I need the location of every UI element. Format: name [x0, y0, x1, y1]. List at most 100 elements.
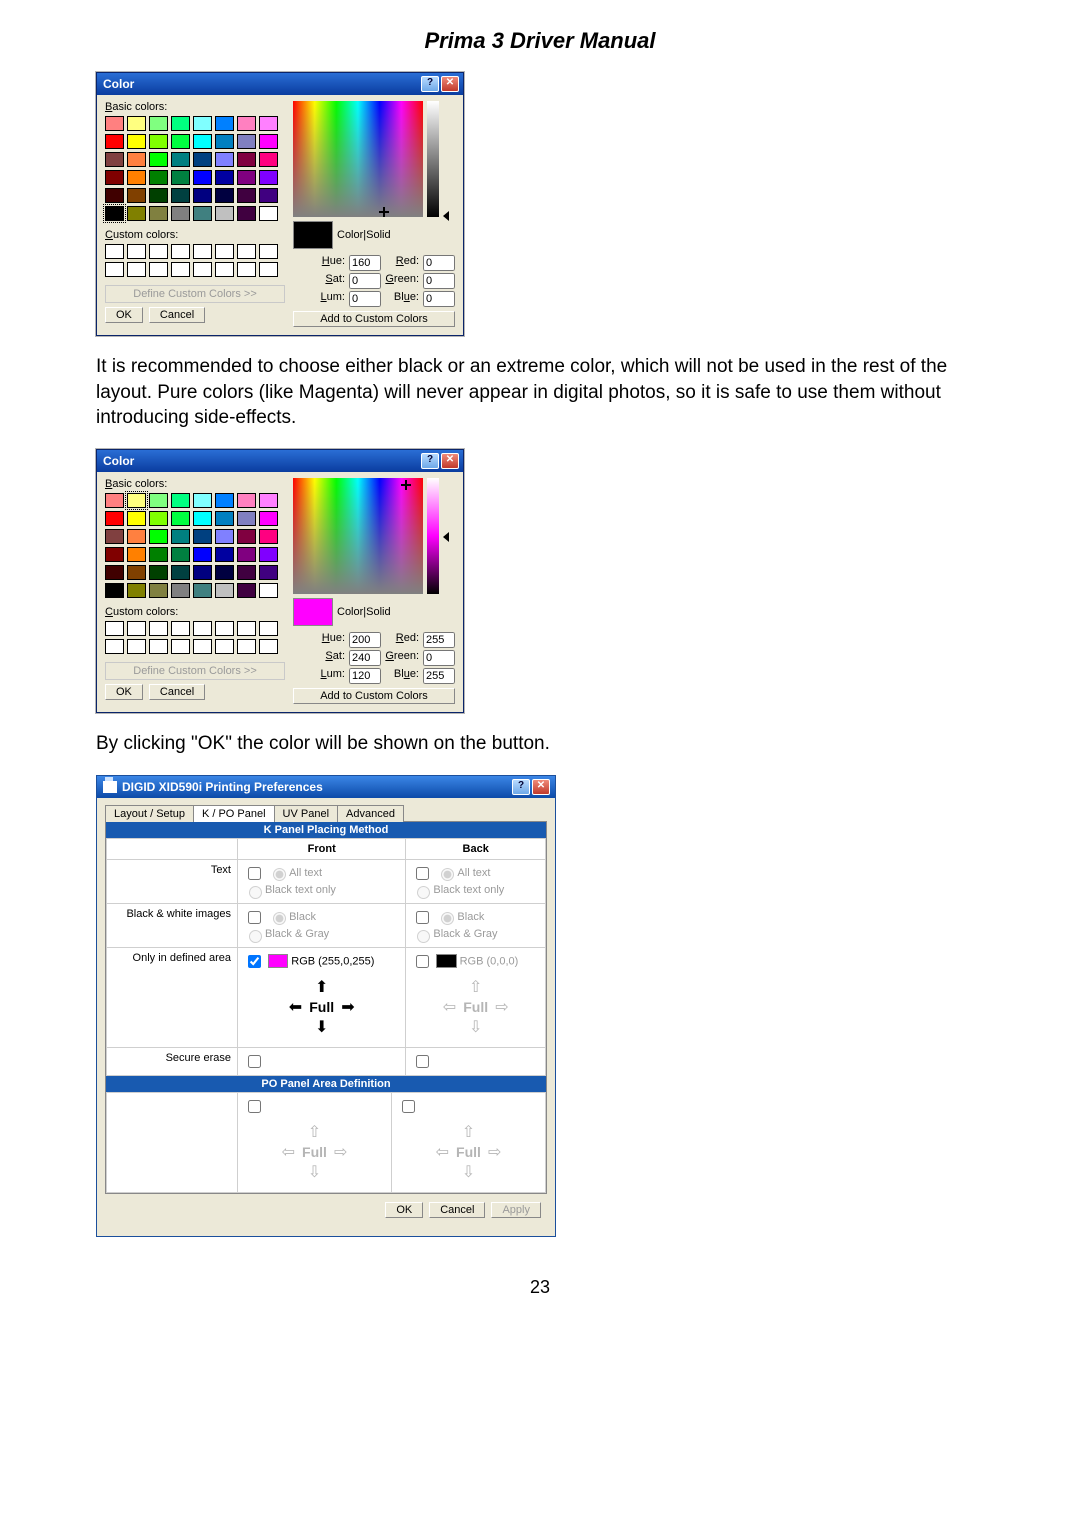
color-swatch[interactable] — [237, 493, 256, 508]
color-swatch[interactable] — [237, 583, 256, 598]
color-swatch[interactable] — [149, 152, 168, 167]
color-swatch[interactable] — [193, 583, 212, 598]
color-swatch[interactable] — [171, 134, 190, 149]
custom-color-slot[interactable] — [127, 621, 146, 636]
custom-color-slot[interactable] — [127, 639, 146, 654]
custom-color-slot[interactable] — [215, 621, 234, 636]
color-swatch[interactable] — [215, 206, 234, 221]
color-swatch[interactable] — [149, 170, 168, 185]
arrow-up-icon[interactable]: ⬆ — [311, 979, 332, 996]
color-swatch[interactable] — [105, 134, 124, 149]
color-swatch[interactable] — [171, 493, 190, 508]
luminance-arrow[interactable] — [443, 211, 449, 221]
color-swatch[interactable] — [193, 188, 212, 203]
green-input[interactable] — [423, 650, 455, 666]
color-swatch[interactable] — [259, 170, 278, 185]
custom-color-slot[interactable] — [259, 244, 278, 259]
color-swatch[interactable] — [127, 206, 146, 221]
ok-button[interactable]: OK — [105, 684, 143, 700]
custom-color-slot[interactable] — [215, 262, 234, 277]
sat-input[interactable] — [349, 650, 381, 666]
color-swatch[interactable] — [215, 493, 234, 508]
tab-k-po-panel[interactable]: K / PO Panel — [193, 805, 275, 822]
custom-colors-grid[interactable] — [105, 621, 285, 654]
hue-input[interactable] — [349, 632, 381, 648]
color-swatch[interactable] — [259, 565, 278, 580]
cancel-button[interactable]: Cancel — [429, 1202, 485, 1218]
cancel-button[interactable]: Cancel — [149, 307, 205, 323]
custom-color-slot[interactable] — [149, 639, 168, 654]
color-swatch[interactable] — [149, 206, 168, 221]
color-swatch[interactable] — [193, 134, 212, 149]
tab-advanced[interactable]: Advanced — [337, 805, 404, 822]
color-swatch[interactable] — [259, 134, 278, 149]
color-swatch[interactable] — [171, 583, 190, 598]
color-swatch[interactable] — [127, 511, 146, 526]
color-swatch[interactable] — [237, 565, 256, 580]
custom-color-slot[interactable] — [171, 621, 190, 636]
color-spectrum[interactable] — [293, 101, 423, 217]
color-swatch[interactable] — [215, 529, 234, 544]
custom-color-slot[interactable] — [149, 262, 168, 277]
color-swatch[interactable] — [193, 511, 212, 526]
color-swatch[interactable] — [171, 529, 190, 544]
sat-input[interactable] — [349, 273, 381, 289]
color-swatch[interactable] — [149, 547, 168, 562]
luminance-arrow[interactable] — [443, 532, 449, 542]
color-swatch[interactable] — [237, 529, 256, 544]
spectrum-crosshair[interactable] — [401, 480, 411, 490]
color-swatch[interactable] — [215, 583, 234, 598]
basic-colors-grid[interactable] — [105, 116, 285, 221]
basic-colors-grid[interactable] — [105, 493, 285, 598]
color-swatch[interactable] — [215, 547, 234, 562]
lum-input[interactable] — [349, 668, 381, 684]
add-to-custom-button[interactable]: Add to Custom Colors — [293, 311, 455, 327]
color-swatch[interactable] — [171, 170, 190, 185]
red-input[interactable] — [423, 632, 455, 648]
blue-input[interactable] — [423, 291, 455, 307]
color-swatch[interactable] — [259, 116, 278, 131]
custom-color-slot[interactable] — [149, 244, 168, 259]
color-swatch[interactable] — [193, 565, 212, 580]
color-swatch[interactable] — [171, 188, 190, 203]
color-swatch[interactable] — [171, 116, 190, 131]
color-swatch[interactable] — [105, 206, 124, 221]
luminance-strip[interactable] — [427, 478, 439, 594]
color-swatch[interactable] — [127, 529, 146, 544]
po-front-checkbox[interactable] — [248, 1100, 261, 1113]
color-swatch[interactable] — [105, 170, 124, 185]
lum-input[interactable] — [349, 291, 381, 307]
po-back-checkbox[interactable] — [402, 1100, 415, 1113]
color-swatch[interactable] — [193, 547, 212, 562]
color-swatch[interactable] — [149, 188, 168, 203]
color-swatch[interactable] — [127, 547, 146, 562]
color-swatch[interactable] — [171, 547, 190, 562]
area-front-full-button[interactable]: Full — [309, 999, 334, 1015]
red-input[interactable] — [423, 255, 455, 271]
color-swatch[interactable] — [105, 493, 124, 508]
secure-front-checkbox[interactable] — [248, 1055, 261, 1068]
color-swatch[interactable] — [149, 583, 168, 598]
custom-color-slot[interactable] — [105, 244, 124, 259]
color-swatch[interactable] — [237, 116, 256, 131]
text-back-checkbox[interactable] — [416, 867, 429, 880]
color-swatch[interactable] — [171, 152, 190, 167]
color-swatch[interactable] — [127, 152, 146, 167]
color-swatch[interactable] — [193, 170, 212, 185]
color-swatch[interactable] — [171, 565, 190, 580]
luminance-strip[interactable] — [427, 101, 439, 217]
help-button[interactable]: ? — [421, 453, 439, 469]
custom-color-slot[interactable] — [259, 621, 278, 636]
color-swatch[interactable] — [259, 583, 278, 598]
color-swatch[interactable] — [193, 529, 212, 544]
color-swatch[interactable] — [193, 116, 212, 131]
color-swatch[interactable] — [105, 547, 124, 562]
color-swatch[interactable] — [237, 170, 256, 185]
blue-input[interactable] — [423, 668, 455, 684]
color-swatch[interactable] — [105, 188, 124, 203]
color-swatch[interactable] — [215, 188, 234, 203]
color-swatch[interactable] — [149, 134, 168, 149]
custom-color-slot[interactable] — [259, 639, 278, 654]
color-swatch[interactable] — [237, 206, 256, 221]
custom-color-slot[interactable] — [259, 262, 278, 277]
